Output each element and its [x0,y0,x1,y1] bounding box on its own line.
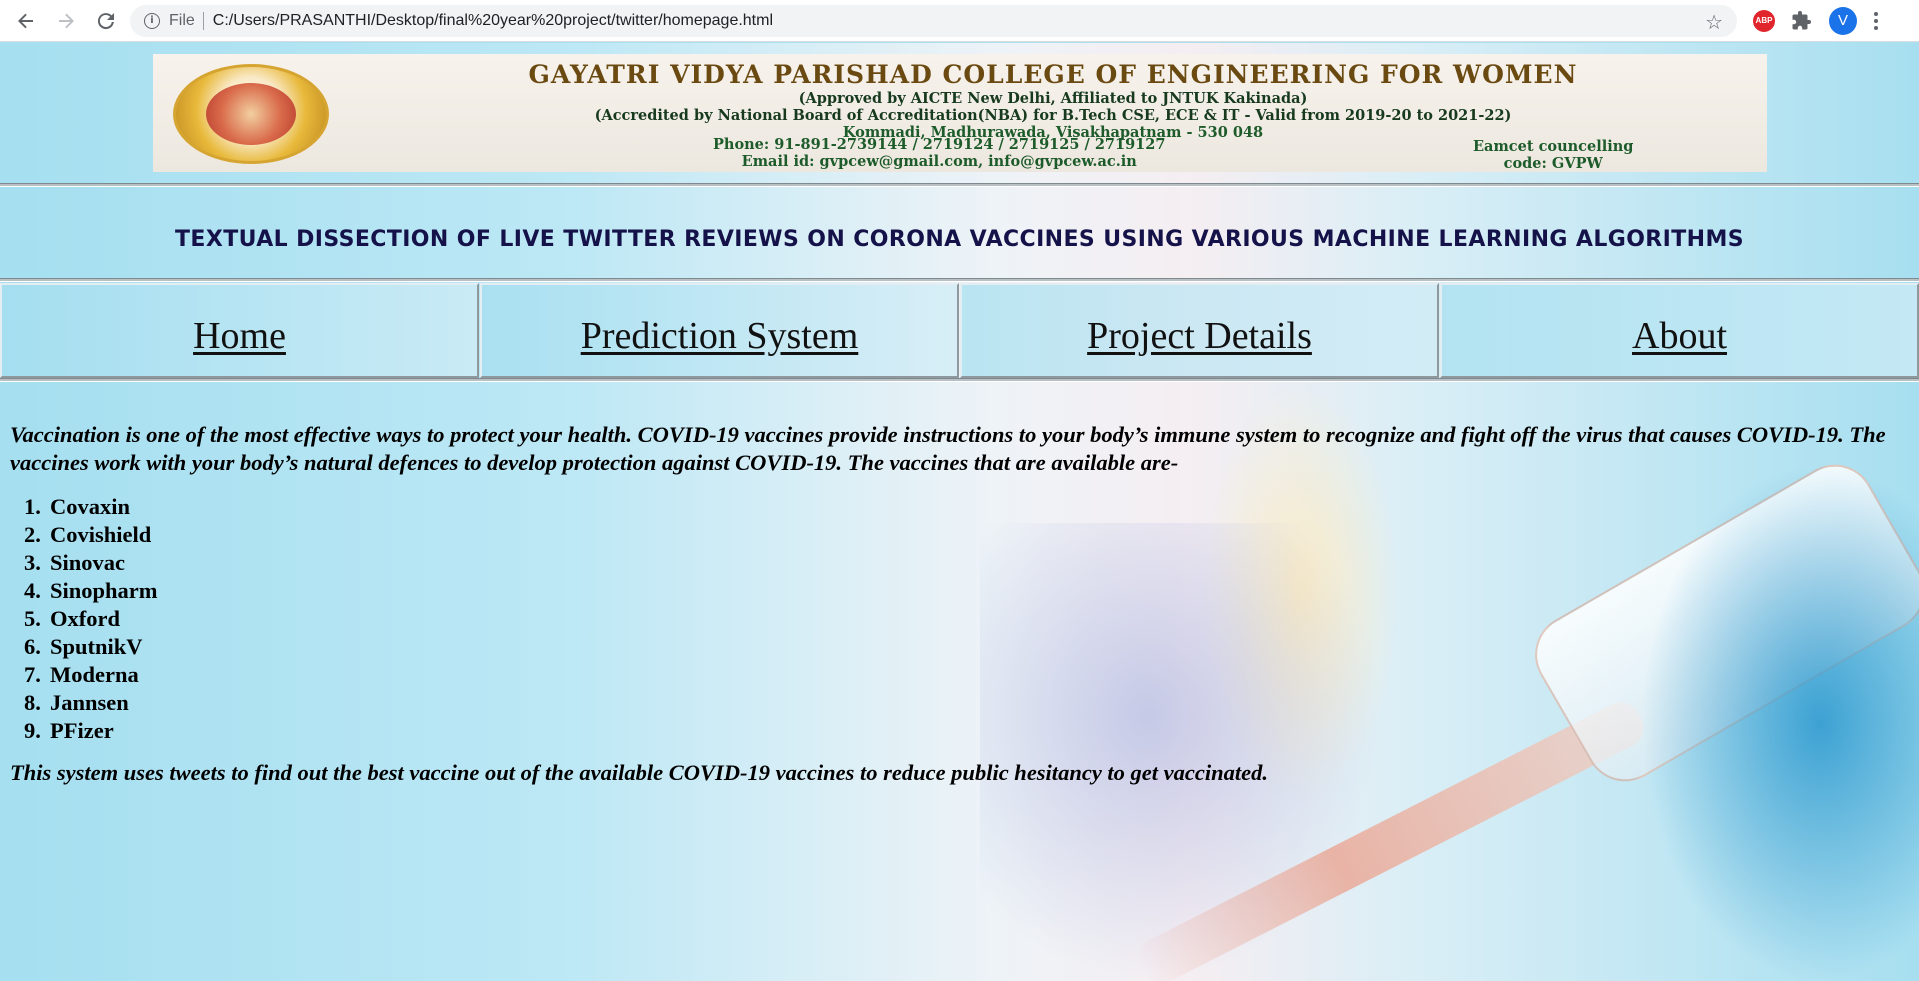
intro-paragraph: Vaccination is one of the most effective… [10,422,1886,475]
nav-cell-project-details: Project Details [960,283,1439,378]
browser-toolbar: i File C:/Users/PRASANTHI/Desktop/final%… [0,0,1919,42]
file-scheme-label: File [169,11,195,29]
profile-avatar[interactable]: V [1829,6,1857,35]
list-item: 4. Sinopharm [24,578,158,603]
vaccine-name: Sinovac [50,550,126,575]
back-button[interactable] [12,7,40,35]
banner-text-block: GAYATRI VIDYA PARISHAD COLLEGE OF ENGINE… [353,60,1753,141]
horizontal-rule [0,278,1919,282]
web-page: GAYATRI VIDYA PARISHAD COLLEGE OF ENGINE… [0,43,1919,981]
nav-link-project-details[interactable]: Project Details [1087,314,1312,358]
main-content: Vaccination is one of the most effective… [10,421,1890,787]
star-icon[interactable]: ☆ [1705,10,1723,34]
nav-link-about[interactable]: About [1632,314,1727,358]
list-item: 6. SputnikV [24,634,143,659]
horizontal-rule [0,183,1919,187]
forward-button[interactable] [52,7,80,35]
vaccine-name: Covaxin [50,494,131,519]
arrow-left-icon [18,13,33,28]
vaccine-name: Sinopharm [50,578,158,603]
college-phone: Phone: 91-891-2739144 / 2719124 / 271912… [713,136,1166,153]
vaccine-name: PFizer [50,718,114,743]
info-icon[interactable]: i [144,12,160,29]
nav-cell-prediction-system: Prediction System [480,283,959,378]
list-item: 3. Sinovac [24,550,126,575]
vaccine-name: Covishield [50,522,152,547]
nav-cell-home: Home [0,283,479,378]
vaccine-name: Oxford [50,606,120,631]
college-approval: (Approved by AICTE New Delhi, Affiliated… [798,90,1308,107]
list-item: 2. Covishield [24,522,152,547]
address-bar[interactable]: i File C:/Users/PRASANTHI/Desktop/final%… [130,4,1737,37]
project-title: TEXTUAL DISSECTION OF LIVE TWITTER REVIE… [175,227,1744,252]
list-item: 5. Oxford [24,606,120,631]
main-navigation: Home Prediction System Project Details A… [0,283,1919,378]
arrow-right-icon [59,13,74,28]
eamcet-line-1: Eamcet councelling [1473,138,1634,155]
list-item: 7. Moderna [24,662,139,687]
vaccine-name: Moderna [50,662,139,687]
list-item: 8. Jannsen [24,690,129,715]
puzzle-icon[interactable] [1791,10,1813,32]
vaccine-name: Jannsen [50,690,129,715]
college-name: GAYATRI VIDYA PARISHAD COLLEGE OF ENGINE… [528,60,1578,89]
logo-emblem [206,83,296,145]
more-vert-icon[interactable] [1871,11,1881,30]
college-header-banner: GAYATRI VIDYA PARISHAD COLLEGE OF ENGINE… [153,54,1767,172]
eamcet-line-2: code: GVPW [1503,155,1603,172]
address-separator [202,11,204,30]
college-accreditation: (Accredited by National Board of Accredi… [594,107,1512,124]
list-item: 1. Covaxin [24,494,131,519]
college-logo [173,64,329,164]
list-item: 9. PFizer [24,718,114,743]
vaccine-list: 1. Covaxin 2. Covishield 3. Sinovac 4. Sinop… [24,493,1890,745]
vaccine-name: SputnikV [50,634,143,659]
nav-link-home[interactable]: Home [193,314,286,358]
nav-link-prediction-system[interactable]: Prediction System [581,314,859,358]
reload-button[interactable] [92,7,120,35]
reload-icon [97,12,114,29]
nav-cell-about: About [1440,283,1919,378]
college-email: Email id: gvpcew@gmail.com, info@gvpcew.… [741,153,1137,170]
outro-paragraph: This system uses tweets to find out the … [10,760,1269,785]
college-contact: Phone: 91-891-2739144 / 2719124 / 271912… [713,136,1165,170]
horizontal-rule [0,378,1919,382]
url-text[interactable]: C:/Users/PRASANTHI/Desktop/final%20year%… [213,12,773,30]
eamcet-code: Eamcet councelling code: GVPW [1473,138,1633,172]
adblock-plus-extension-icon[interactable]: ABP [1753,9,1775,32]
